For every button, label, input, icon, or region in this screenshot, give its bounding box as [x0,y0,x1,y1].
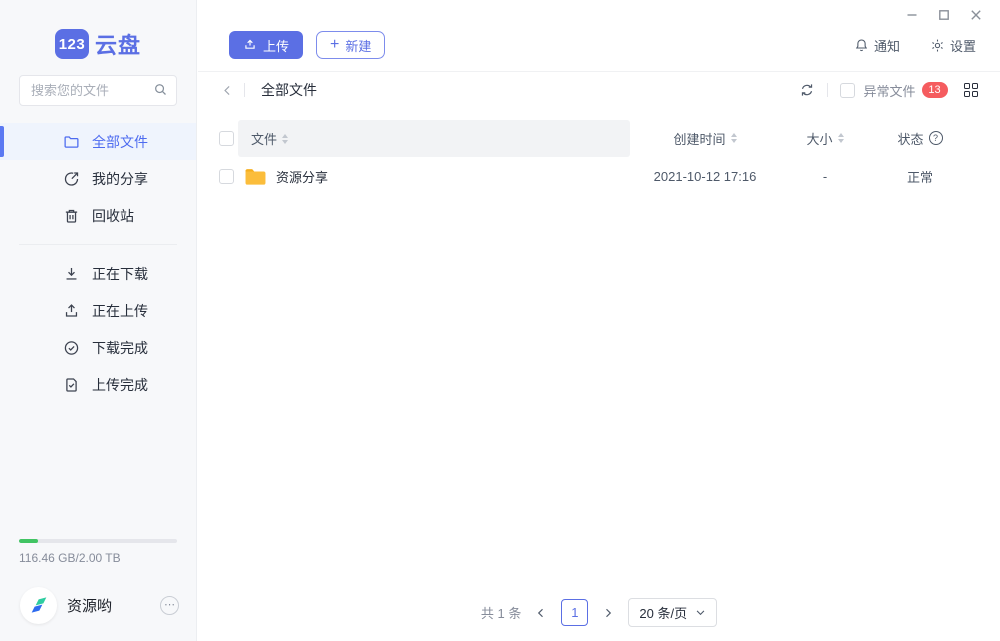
list-controls: 异常文件 13 [799,81,978,100]
upload-done-icon [63,376,80,393]
notifications-button[interactable]: 通知 [854,36,900,55]
back-button[interactable] [221,84,234,97]
action-bar: 上传 + 新建 通知 [198,0,1000,72]
new-button-label: 新建 [345,36,371,55]
sidebar-item-my-shares[interactable]: 我的分享 [0,160,196,197]
sidebar-item-all-files[interactable]: 全部文件 [0,123,196,160]
row-file-cell[interactable]: 资源分享 [238,167,630,186]
next-page-button[interactable] [602,607,614,619]
table-header: 文件 创建时间 大小 [198,120,1000,157]
refresh-icon[interactable] [799,82,815,98]
gear-icon [930,38,945,53]
download-done-icon [63,339,80,356]
file-status: 正常 [870,167,970,186]
settings-button[interactable]: 设置 [930,36,976,55]
share-icon [63,170,80,187]
app-window: 123 云盘 全部文件 [0,0,1000,641]
file-name[interactable]: 资源分享 [276,167,328,186]
column-label-file: 文件 [251,129,277,148]
sidebar-item-uploading[interactable]: 正在上传 [0,292,196,329]
user-name: 资源哟 [67,595,112,616]
file-created: 2021-10-12 17:16 [630,169,780,184]
logo-text: 云盘 [95,28,141,60]
column-label-size: 大小 [806,129,832,148]
file-size: - [780,169,870,184]
storage-progress-fill [19,539,38,543]
column-header-size[interactable]: 大小 [780,129,870,149]
sort-icon[interactable] [731,133,737,143]
page-number-button[interactable]: 1 [561,599,588,626]
sidebar-divider [19,244,177,245]
sidebar-item-label: 正在下载 [92,264,148,284]
downloading-icon [63,265,80,282]
row-checkbox[interactable] [219,169,234,184]
sidebar-item-label: 我的分享 [92,169,148,189]
sidebar: 123 云盘 全部文件 [0,0,197,641]
upload-icon [243,38,257,52]
sidebar-item-upload-done[interactable]: 上传完成 [0,366,196,403]
logo-123-icon: 123 [55,29,89,59]
top-links: 通知 设置 [854,36,976,55]
storage-label: 116.46 GB/2.00 TB [19,551,177,565]
sidebar-item-download-done[interactable]: 下载完成 [0,329,196,366]
sidebar-item-label: 全部文件 [92,132,148,152]
search-icon [153,82,168,97]
breadcrumb: 全部文件 [221,80,317,100]
column-label-status: 状态 [897,129,923,148]
folder-icon [63,133,80,150]
app-logo: 123 云盘 [0,27,196,61]
file-table: 文件 创建时间 大小 [198,120,1000,195]
sidebar-bottom: 116.46 GB/2.00 TB 资源哟 ⋯ [0,539,196,641]
breadcrumb-divider [244,83,245,97]
upload-button[interactable]: 上传 [229,31,303,59]
column-header-file[interactable]: 文件 [238,120,630,157]
notifications-label: 通知 [874,36,900,55]
main-panel: 上传 + 新建 通知 [198,0,1000,641]
abnormal-files-label: 异常文件 [863,81,915,100]
page-size-label: 20 条/页 [639,603,687,622]
bell-icon [854,38,869,53]
user-row: 资源哟 ⋯ [0,569,196,641]
page-size-select[interactable]: 20 条/页 [628,598,717,627]
pagination-total: 共 1 条 [481,603,521,622]
avatar[interactable] [20,587,57,624]
breadcrumb-bar: 全部文件 异常文件 13 [198,72,1000,108]
prev-page-button[interactable] [535,607,547,619]
settings-label: 设置 [950,36,976,55]
sidebar-item-downloading[interactable]: 正在下载 [0,255,196,292]
column-header-created[interactable]: 创建时间 [630,129,780,149]
storage-progress-track [19,539,177,543]
column-label-created: 创建时间 [673,129,725,148]
uploading-icon [63,302,80,319]
select-all-checkbox[interactable] [219,131,234,146]
search-box [19,75,177,106]
controls-divider [827,83,828,97]
status-help-icon[interactable]: ? [929,131,943,145]
abnormal-files-checkbox[interactable] [840,83,855,98]
table-row[interactable]: 资源分享 2021-10-12 17:16 - 正常 [198,157,1000,195]
upload-button-label: 上传 [263,36,289,55]
plus-icon: + [330,37,339,53]
sidebar-item-label: 下载完成 [92,338,148,358]
new-button[interactable]: + 新建 [316,31,385,59]
grid-view-icon[interactable] [964,83,979,98]
storage-meter: 116.46 GB/2.00 TB [0,539,196,565]
sidebar-nav: 全部文件 我的分享 回收站 [0,123,196,403]
sidebar-item-recycle-bin[interactable]: 回收站 [0,197,196,234]
sidebar-item-label: 正在上传 [92,301,148,321]
abnormal-count-badge: 13 [922,82,948,98]
sidebar-item-label: 回收站 [92,206,134,226]
chevron-down-icon [695,607,706,618]
folder-file-icon [244,167,267,186]
pagination: 共 1 条 1 20 条/页 [198,598,1000,627]
page-title: 全部文件 [261,80,317,100]
trash-icon [63,207,80,224]
sort-icon[interactable] [282,134,288,144]
user-more-icon[interactable]: ⋯ [160,596,179,615]
sidebar-item-label: 上传完成 [92,375,148,395]
column-header-status: 状态 ? [870,129,970,149]
sort-icon[interactable] [838,133,844,143]
